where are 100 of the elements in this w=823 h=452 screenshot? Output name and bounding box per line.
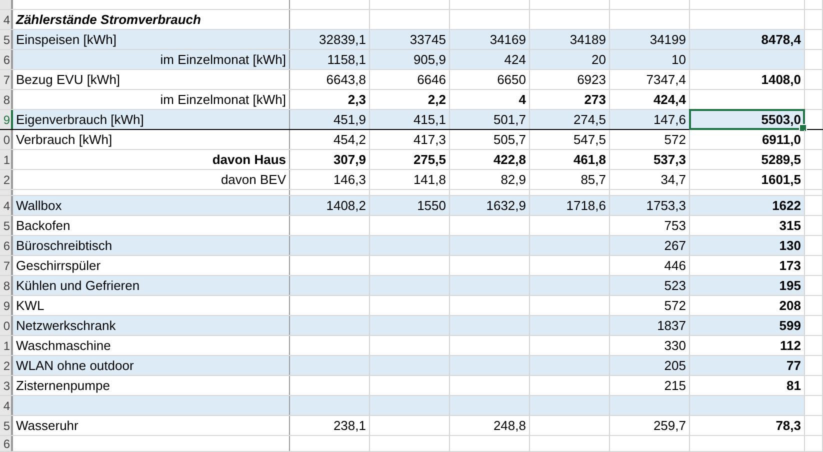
row-header[interactable]: 5	[0, 30, 13, 49]
total-cell: 1622	[772, 198, 801, 213]
total-cell: 173	[779, 258, 801, 273]
table-cell: 753	[664, 218, 686, 233]
table-cell: 32839,1	[319, 32, 366, 47]
table-cell: 34189	[570, 32, 606, 47]
table-cell: 215	[664, 378, 686, 393]
table-cell: 451,9	[333, 112, 366, 127]
row-label: Zisternenpumpe	[16, 378, 110, 393]
table-cell: 34169	[490, 32, 526, 47]
row-header[interactable]: 6	[0, 436, 13, 451]
row-header[interactable]: 7	[0, 256, 13, 275]
row-header[interactable]: 5	[0, 416, 13, 435]
table-cell: 1837	[657, 318, 686, 333]
row-header[interactable]: 7	[0, 70, 13, 89]
total-cell: 6911,0	[762, 132, 801, 147]
row-header[interactable]: 8	[0, 276, 13, 295]
row-header[interactable]: 9	[0, 110, 13, 129]
row-header[interactable]: 9	[0, 296, 13, 315]
table-cell: 572	[664, 298, 686, 313]
row-label: Einspeisen [kWh]	[16, 32, 116, 47]
table-cell: 422,8	[493, 152, 526, 167]
table-cell: 85,7	[580, 172, 606, 187]
total-cell: 112	[780, 338, 801, 353]
row-label: im Einzelmonat [kWh]	[160, 92, 286, 107]
row-header[interactable]: 0	[0, 130, 13, 149]
table-cell: 6650	[497, 72, 526, 87]
table-cell: 1753,3	[646, 198, 686, 213]
table-cell: 415,1	[413, 112, 446, 127]
row-label: im Einzelmonat [kWh]	[160, 52, 286, 67]
table-cell: 6646	[417, 72, 446, 87]
selected-cell-border[interactable]	[689, 109, 805, 130]
row-header[interactable]: 3	[0, 376, 13, 395]
total-cell: 1408,0	[761, 72, 801, 87]
table-cell: 1158,1	[327, 52, 366, 67]
table-cell: 34199	[650, 32, 686, 47]
row-header[interactable]: 4	[0, 10, 13, 29]
table-cell: 2,3	[348, 92, 366, 107]
row-header[interactable]: 4	[0, 196, 13, 215]
table-cell: 501,7	[493, 112, 526, 127]
table-cell: 307,9	[333, 152, 366, 167]
table-cell: 454,2	[333, 132, 366, 147]
table-cell: 20	[592, 52, 606, 67]
row-header[interactable]: 5	[0, 216, 13, 235]
table-cell: 446	[664, 258, 686, 273]
table-cell: 273	[584, 92, 606, 107]
row-header[interactable]: 1	[0, 336, 13, 355]
row-label: WLAN ohne outdoor	[16, 358, 134, 373]
row-header[interactable]: 1	[0, 150, 13, 169]
total-cell: 599	[779, 318, 801, 333]
table-cell: 10	[672, 52, 686, 67]
table-cell: 275,5	[413, 152, 446, 167]
total-cell: 315	[779, 218, 801, 233]
row-header[interactable]: 6	[0, 236, 13, 255]
row-header[interactable]: 2	[0, 356, 13, 375]
row-header[interactable]: 8	[0, 90, 13, 109]
total-cell: 8478,4	[761, 32, 801, 47]
table-cell: 7347,4	[646, 72, 686, 87]
total-cell: 78,3	[776, 418, 801, 433]
table-cell: 6923	[577, 72, 606, 87]
table-cell: 417,3	[413, 132, 446, 147]
table-cell: 259,7	[653, 418, 686, 433]
table-cell: 205	[664, 358, 686, 373]
total-cell: 130	[779, 238, 801, 253]
row-label: Verbrauch [kWh]	[16, 132, 112, 147]
table-cell: 905,9	[413, 52, 446, 67]
table-cell: 505,7	[493, 132, 526, 147]
row-label: Wallbox	[16, 198, 62, 213]
table-cell: 6643,8	[326, 72, 366, 87]
table-cell: 147,6	[653, 112, 686, 127]
section-title: Zählerstände Stromverbrauch	[16, 12, 201, 27]
row-header[interactable]	[0, 190, 13, 195]
row-label: KWL	[16, 298, 44, 313]
row-header[interactable]: 2	[0, 170, 13, 189]
total-cell: 195	[779, 278, 801, 293]
table-cell: 461,8	[573, 152, 606, 167]
total-cell: 81	[786, 378, 801, 393]
row-header[interactable]: 4	[0, 396, 13, 415]
total-cell: 77	[786, 358, 801, 373]
table-cell: 141,8	[413, 172, 446, 187]
row-label: Netzwerkschrank	[16, 318, 116, 333]
row-header[interactable]: 6	[0, 50, 13, 69]
total-cell: 1601,5	[761, 172, 801, 187]
row-label: Eigenverbrauch [kWh]	[16, 112, 144, 127]
row-header[interactable]: 0	[0, 316, 13, 335]
table-cell: 572	[664, 132, 686, 147]
row-label: Bezug EVU [kWh]	[16, 72, 120, 87]
table-cell: 82,9	[500, 172, 526, 187]
table-cell: 2,2	[428, 92, 446, 107]
row-label: davon Haus	[212, 152, 286, 167]
table-cell: 1408,2	[326, 198, 366, 213]
table-cell: 248,8	[493, 418, 526, 433]
table-cell: 523	[664, 278, 686, 293]
row-header[interactable]	[0, 0, 13, 9]
table-cell: 146,3	[333, 172, 366, 187]
table-cell: 274,5	[573, 112, 606, 127]
row-label: Büroschreibtisch	[16, 238, 112, 253]
table-cell: 1632,9	[486, 198, 526, 213]
table-cell: 1550	[417, 198, 446, 213]
total-cell: 208	[779, 298, 801, 313]
